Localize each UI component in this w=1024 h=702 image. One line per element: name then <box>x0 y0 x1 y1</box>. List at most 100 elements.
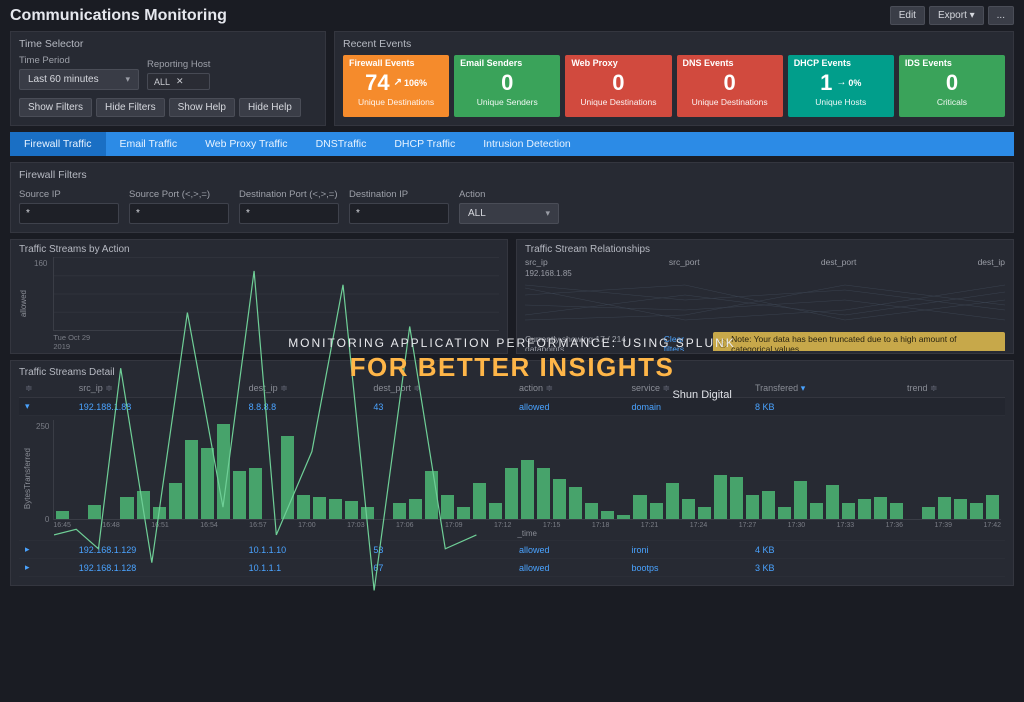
filter-label-3: Destination IP <box>349 189 449 200</box>
event-card-value: 1 <box>820 72 832 94</box>
event-card-sub: Unique Destinations <box>358 97 434 107</box>
event-card-badge: 0% <box>836 77 861 88</box>
stream-relationships-panel: Traffic Stream Relationships src_ip src_… <box>516 239 1014 354</box>
time-period-value: Last 60 minutes <box>28 74 99 85</box>
cell-service[interactable]: ironi <box>626 541 750 559</box>
firewall-filters-label: Firewall Filters <box>19 169 1005 181</box>
cell-trend <box>901 559 1005 577</box>
close-icon[interactable]: ✕ <box>176 76 184 87</box>
clear-filters-link[interactable]: Clear filters <box>664 334 703 351</box>
time-period-label: Time Period <box>19 55 139 66</box>
expand-icon[interactable]: ▸ <box>25 562 35 573</box>
col-Transfered[interactable]: Transfered <box>749 380 901 398</box>
tab-web-proxy-traffic[interactable]: Web Proxy Traffic <box>191 132 301 156</box>
parallel-coords-chart[interactable] <box>525 280 1005 330</box>
more-button[interactable]: ... <box>988 6 1014 25</box>
streams-by-action-title: Traffic Streams by Action <box>19 244 499 255</box>
filter-label-0: Source IP <box>19 189 119 200</box>
trend-arrow-icon <box>394 77 402 88</box>
col-service[interactable]: service <box>626 380 750 398</box>
truncation-note: ⓘ Note: Your data has been truncated due… <box>713 332 1005 351</box>
event-card-3[interactable]: DNS Events 0 Unique Destinations <box>677 55 783 117</box>
event-card-sub: Unique Senders <box>477 97 538 107</box>
info-icon: ⓘ <box>719 338 728 350</box>
cell-action[interactable]: allowed <box>513 398 626 416</box>
rel-sample-ip: 192.168.1.85 <box>525 267 1005 280</box>
event-card-4[interactable]: DHCP Events 1 0% Unique Hosts <box>788 55 894 117</box>
event-card-sub: Criticals <box>937 97 967 107</box>
tab-dhcp-traffic[interactable]: DHCP Traffic <box>380 132 469 156</box>
cell-action[interactable]: allowed <box>513 541 626 559</box>
trend-arrow-icon <box>836 77 846 88</box>
event-card-title: Email Senders <box>460 58 522 68</box>
detail-ymax: 250 <box>36 422 49 431</box>
cell-service[interactable]: bootps <box>626 559 750 577</box>
tab-dnstraffic[interactable]: DNSTraffic <box>302 132 381 156</box>
event-card-value: 0 <box>946 72 958 94</box>
reporting-host-value: ALL <box>154 77 170 87</box>
event-card-2[interactable]: Web Proxy 0 Unique Destinations <box>565 55 671 117</box>
expand-icon[interactable]: ▸ <box>25 544 35 555</box>
col-action[interactable]: action <box>513 380 626 398</box>
time-selector-label: Time Selector <box>19 38 317 50</box>
event-card-title: DNS Events <box>683 58 734 68</box>
cell-trend <box>901 541 1005 559</box>
page-title: Communications Monitoring <box>10 7 227 25</box>
event-card-title: IDS Events <box>905 58 952 68</box>
filter-input-2[interactable] <box>239 203 339 224</box>
filter-input-0[interactable] <box>19 203 119 224</box>
event-card-title: DHCP Events <box>794 58 851 68</box>
streams-ylabel: allowed <box>19 290 28 317</box>
tab-intrusion-detection[interactable]: Intrusion Detection <box>469 132 585 156</box>
event-card-1[interactable]: Email Senders 0 Unique Senders <box>454 55 560 117</box>
cell-service[interactable]: domain <box>626 398 750 416</box>
chevron-down-icon <box>125 74 130 85</box>
stream-relationships-title: Traffic Stream Relationships <box>525 244 1005 255</box>
cell-transfered[interactable]: 3 KB <box>749 559 901 577</box>
rel-header-src-port: src_port <box>669 257 700 267</box>
filter-input-3[interactable] <box>349 203 449 224</box>
event-card-sub: Unique Destinations <box>580 97 656 107</box>
event-card-5[interactable]: IDS Events 0 Criticals <box>899 55 1005 117</box>
cell-action[interactable]: allowed <box>513 559 626 577</box>
event-card-title: Firewall Events <box>349 58 415 68</box>
edit-button[interactable]: Edit <box>890 6 925 25</box>
filter-label-1: Source Port (<,>,=) <box>129 189 229 200</box>
event-card-sub: Unique Destinations <box>692 97 768 107</box>
col-trend[interactable]: trend <box>901 380 1005 398</box>
streams-ymax: 160 <box>34 259 47 268</box>
time-selector-panel: Time Selector Time Period Last 60 minute… <box>10 31 326 126</box>
cell-transfered[interactable]: 4 KB <box>749 541 901 559</box>
event-card-value: 74 <box>365 72 389 94</box>
show-filters-button[interactable]: Show Filters <box>19 98 92 117</box>
time-period-select[interactable]: Last 60 minutes <box>19 69 139 90</box>
event-card-value: 0 <box>612 72 624 94</box>
rel-header-dest-ip: dest_ip <box>978 257 1005 267</box>
streams-line-chart[interactable] <box>53 257 499 331</box>
firewall-filters-panel: Firewall Filters Source IP Source Port (… <box>10 162 1014 233</box>
rel-header-dest-port: dest_port <box>821 257 856 267</box>
cell-transfered[interactable]: 8 KB <box>749 398 901 416</box>
filter-action-select[interactable]: ALL <box>459 203 559 224</box>
event-card-sub: Unique Hosts <box>815 97 866 107</box>
tab-firewall-traffic[interactable]: Firewall Traffic <box>10 132 106 156</box>
show-help-button[interactable]: Show Help <box>169 98 235 117</box>
collapse-icon[interactable]: ▾ <box>25 401 35 412</box>
cell-trend <box>901 398 1005 416</box>
filter-label-2: Destination Port (<,>,=) <box>239 189 339 200</box>
tab-email-traffic[interactable]: Email Traffic <box>106 132 192 156</box>
reporting-host-label: Reporting Host <box>147 59 210 70</box>
event-card-value: 0 <box>501 72 513 94</box>
event-card-value: 0 <box>723 72 735 94</box>
filter-input-1[interactable] <box>129 203 229 224</box>
hide-help-button[interactable]: Hide Help <box>239 98 301 117</box>
export-button[interactable]: Export ▾ <box>929 6 984 25</box>
rel-header-src-ip: src_ip <box>525 257 548 267</box>
event-card-badge: 106% <box>394 77 427 88</box>
filter-action-value: ALL <box>468 208 486 219</box>
hide-filters-button[interactable]: Hide Filters <box>96 98 165 117</box>
streams-by-action-panel: Traffic Streams by Action allowed 160 Tu… <box>10 239 508 354</box>
event-card-0[interactable]: Firewall Events 74 106% Unique Destinati… <box>343 55 449 117</box>
reporting-host-token[interactable]: ALL ✕ <box>147 73 210 90</box>
rel-showing-text: Currently showing 17 / 214 datapoints <box>525 334 654 351</box>
